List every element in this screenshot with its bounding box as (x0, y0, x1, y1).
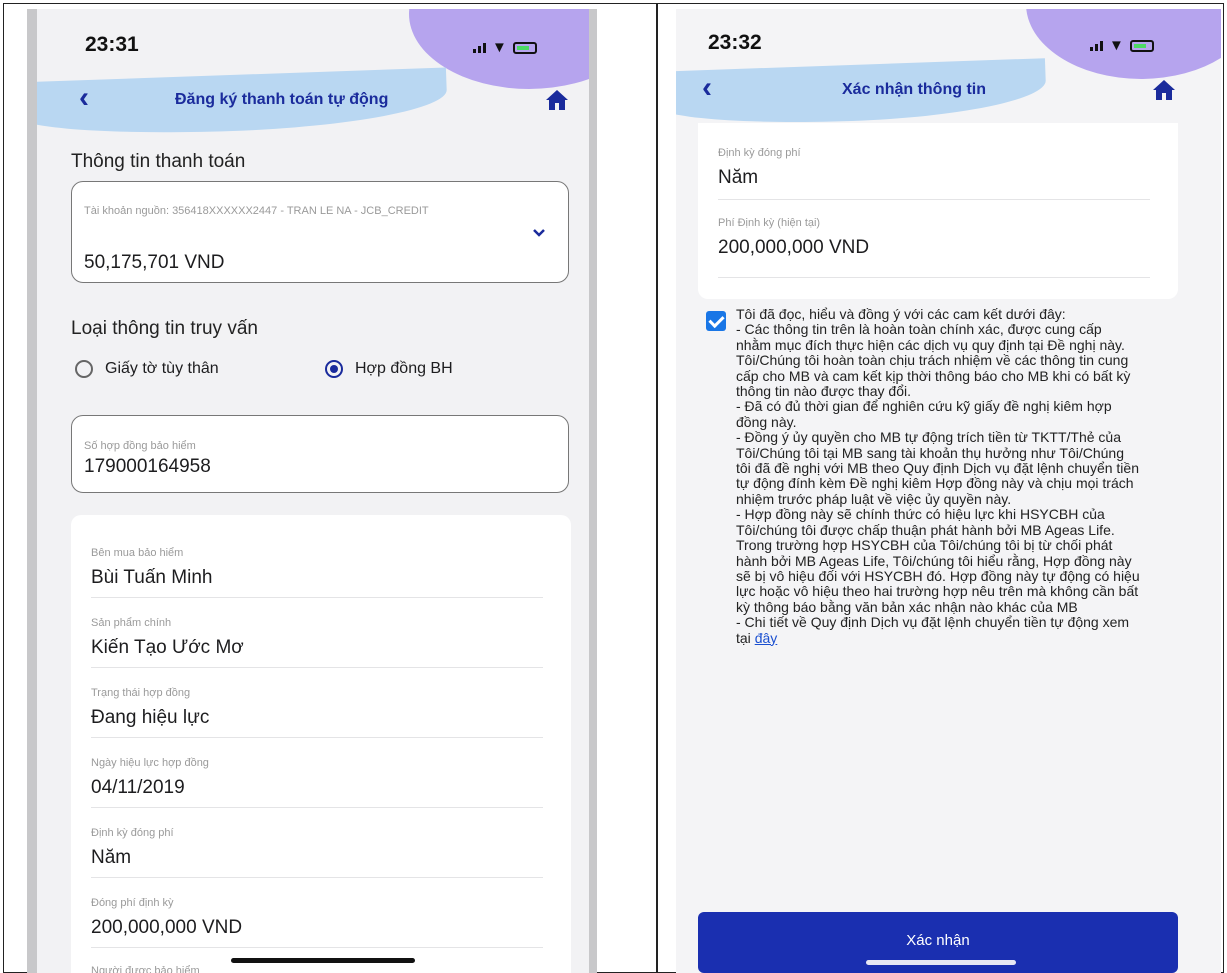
terms-text: Tôi đã đọc, hiểu và đồng ý với các cam k… (736, 306, 1140, 646)
detail-label: Sản phẩm chính (91, 617, 172, 629)
radio-contract[interactable]: Hợp đồng BH (325, 360, 453, 378)
status-icons: ▼ (1090, 37, 1154, 54)
battery-icon (1129, 39, 1154, 52)
lookup-section-title: Loại thông tin truy vấn (71, 318, 258, 339)
terms-clause-3: - Đồng ý ủy quyền cho MB tự động trích t… (736, 429, 1139, 507)
detail-payment-frequency: Định kỳ đóng phí Năm (91, 827, 543, 878)
detail-value: 04/11/2019 (91, 777, 185, 798)
home-indicator (866, 960, 1016, 965)
detail-value: Kiến Tạo Ước Mơ (91, 637, 244, 658)
detail-label: Định kỳ đóng phí (718, 147, 801, 159)
detail-value: Đang hiệu lực (91, 707, 210, 728)
status-time: 23:32 (708, 31, 762, 54)
left-phone-screen: 23:31 ▼ ‹ Đăng ký thanh toán tự động Thô… (27, 9, 597, 973)
detail-label: Định kỳ đóng phí (91, 827, 174, 839)
radio-contract-control[interactable] (325, 360, 343, 378)
confirm-details-panel: Định kỳ đóng phí Năm Phí Định kỳ (hiện t… (698, 123, 1178, 299)
detail-label: Ngày hiệu lực hợp đồng (91, 757, 209, 769)
detail-insured: Người được bảo hiểm (91, 965, 543, 973)
contract-number-value: 179000164958 (84, 456, 211, 477)
radio-id-document-label: Giấy tờ tùy thân (105, 360, 219, 377)
detail-label: Phí Định kỳ (hiện tại) (718, 217, 821, 229)
detail-value: Bùi Tuấn Minh (91, 567, 213, 588)
radio-contract-label: Hợp đồng BH (355, 360, 453, 377)
contract-number-field[interactable]: Số hợp đồng bảo hiểm 179000164958 (71, 415, 569, 493)
detail-label: Trạng thái hợp đồng (91, 687, 191, 699)
status-icons: ▼ (473, 39, 537, 56)
signal-icon (1090, 40, 1103, 51)
detail-status: Trạng thái hợp đồng Đang hiệu lực (91, 687, 543, 738)
chevron-down-icon (533, 229, 545, 237)
contract-number-label: Số hợp đồng bảo hiểm (84, 440, 196, 452)
payment-section-title: Thông tin thanh toán (71, 151, 246, 172)
back-button[interactable]: ‹ (79, 83, 89, 113)
source-account-select[interactable]: Tài khoản nguồn: 356418XXXXXX2447 - TRAN… (71, 181, 569, 283)
detail-periodic-fee: Phí Định kỳ (hiện tại) 200,000,000 VND (718, 217, 1150, 278)
detail-label: Người được bảo hiểm (91, 965, 200, 973)
right-phone-screen: 23:32 ▼ ‹ Xác nhận thông tin Định kỳ đón… (676, 9, 1221, 973)
radio-id-document[interactable]: Giấy tờ tùy thân (75, 360, 219, 378)
terms-clause-1: - Các thông tin trên là hoàn toàn chính … (736, 321, 1131, 400)
detail-buyer: Bên mua bảo hiểm Bùi Tuấn Minh (91, 547, 543, 598)
detail-value: 200,000,000 VND (91, 917, 243, 938)
account-balance: 50,175,701 VND (84, 252, 225, 273)
agree-checkbox[interactable] (706, 311, 726, 331)
nav-title: Xác nhận thông tin (842, 81, 986, 98)
home-icon[interactable] (545, 89, 569, 111)
back-button[interactable]: ‹ (702, 73, 712, 103)
terms-clause-2: - Đã có đủ thời gian để nghiên cứu kỹ gi… (736, 398, 1112, 430)
battery-icon (512, 41, 537, 54)
home-indicator (231, 958, 415, 963)
terms-clause-5-text: - Chi tiết về Quy định Dịch vụ đặt lệnh … (736, 614, 1130, 646)
detail-product: Sản phẩm chính Kiến Tạo Ước Mơ (91, 617, 543, 668)
terms-intro: Tôi đã đọc, hiểu và đồng ý với các cam k… (736, 306, 1066, 322)
wifi-icon: ▼ (1109, 37, 1124, 54)
radio-id-document-control[interactable] (75, 360, 93, 378)
detail-label: Đóng phí định kỳ (91, 897, 174, 909)
detail-periodic-premium: Đóng phí định kỳ 200,000,000 VND (91, 897, 543, 948)
detail-value: Năm (718, 167, 759, 188)
detail-effective-date: Ngày hiệu lực hợp đồng 04/11/2019 (91, 757, 543, 808)
detail-payment-frequency: Định kỳ đóng phí Năm (718, 147, 1150, 200)
contract-details-panel: Bên mua bảo hiểm Bùi Tuấn Minh Sản phẩm … (71, 515, 571, 973)
detail-value: 200,000,000 VND (718, 237, 870, 258)
signal-icon (473, 42, 486, 53)
wifi-icon: ▼ (492, 39, 507, 56)
home-icon[interactable] (1152, 79, 1176, 101)
nav-title: Đăng ký thanh toán tự động (175, 91, 389, 108)
confirm-button-label: Xác nhận (906, 932, 970, 949)
terms-clause-5: - Chi tiết về Quy định Dịch vụ đặt lệnh … (736, 614, 1140, 646)
source-account-label: Tài khoản nguồn: 356418XXXXXX2447 - TRAN… (84, 205, 429, 217)
terms-clause-4: - Hợp đồng này sẽ chính thức có hiệu lực… (736, 506, 1140, 615)
panel-divider (656, 3, 658, 973)
confirm-button[interactable]: Xác nhận (698, 912, 1178, 973)
status-time: 23:31 (85, 33, 139, 56)
detail-label: Bên mua bảo hiểm (91, 547, 184, 559)
detail-value: Năm (91, 847, 132, 868)
terms-detail-link[interactable]: đây (755, 630, 778, 646)
